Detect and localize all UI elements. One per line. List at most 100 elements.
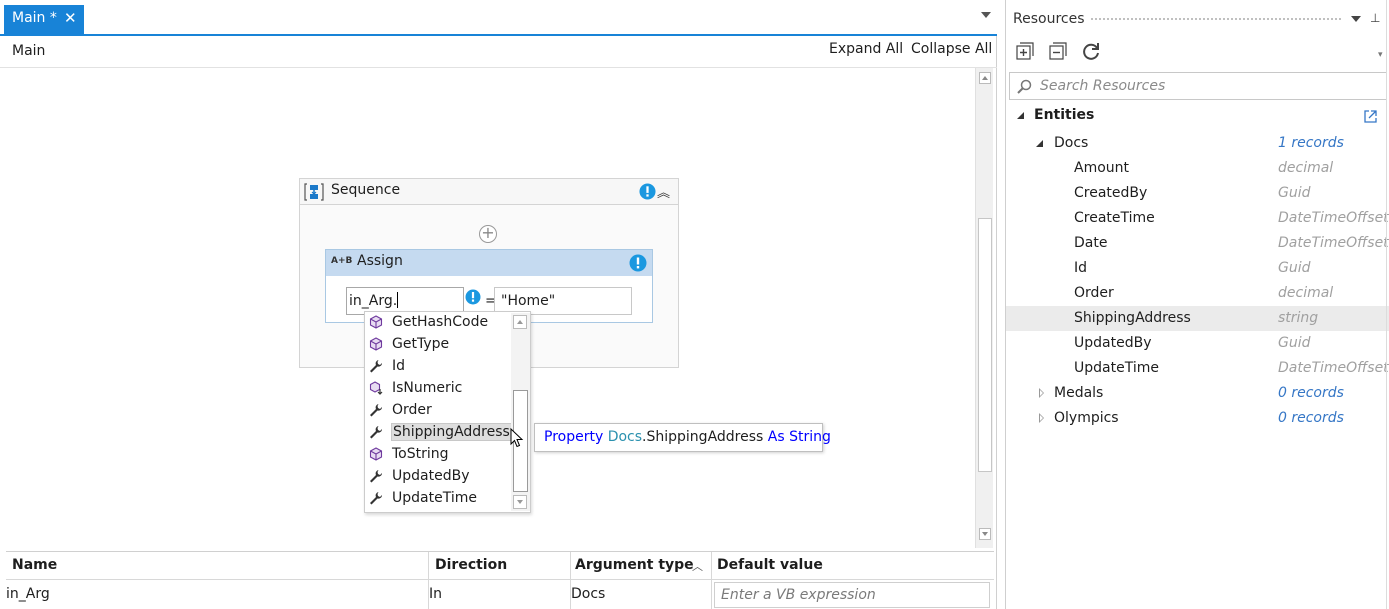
arguments-header-row: Name Direction Argument type ︿ Default v… [6,552,994,580]
tree-node-field[interactable]: CreatedBy Guid [1006,181,1389,206]
validation-warning-icon[interactable] [629,254,647,272]
tree-node-olympics[interactable]: Olympics 0 records [1006,406,1389,431]
tree-node-field[interactable]: ShippingAddress string [1006,306,1389,331]
member-tooltip: Property Docs.ShippingAddress As String [534,423,831,452]
tooltip-keyword: Property [544,429,604,445]
resources-tree[interactable]: Entities Docs 1 records Amount decimal Cre… [1006,103,1389,433]
intellisense-item[interactable]: GetHashCode [365,312,511,334]
column-header-argument-type[interactable]: Argument type [575,557,694,573]
collapse-chevron-icon[interactable]: ︽ [657,182,670,201]
property-icon [369,403,383,417]
tab-list-dropdown-icon[interactable] [981,12,991,18]
scroll-up-icon[interactable] [513,315,527,329]
expand-all-icon[interactable] [1014,40,1036,62]
property-icon [369,425,383,439]
intellisense-list[interactable]: GetHashCode GetType Id IsNumeric Order Shippi… [364,311,531,513]
extension-method-icon [369,381,383,395]
scroll-down-icon[interactable] [513,495,527,509]
pin-icon[interactable]: ⊥ [1370,11,1380,25]
expanded-arrow-icon[interactable] [1017,112,1024,119]
input-warning-icon[interactable] [465,289,481,305]
expand-all-button[interactable]: Expand All [829,41,903,57]
tree-node-field[interactable]: Amount decimal [1006,156,1389,181]
field-name: Order [1074,285,1114,301]
tree-node-label: Entities [1034,107,1095,123]
intellisense-item[interactable]: ShippingAddress [365,422,515,444]
tree-node-field[interactable]: Order decimal [1006,281,1389,306]
arguments-panel: Name Direction Argument type ︿ Default v… [6,551,994,609]
column-header-default-value[interactable]: Default value [717,557,823,573]
text-caret [397,292,399,308]
designer-vertical-scrollbar[interactable] [975,68,993,548]
sort-ascending-icon[interactable]: ︿ [692,558,703,574]
intellisense-item[interactable]: Id [365,356,511,378]
panel-menu-icon[interactable] [1351,16,1361,22]
tooltip-type: Docs [607,429,643,445]
collapse-all-icon[interactable] [1047,40,1069,62]
scroll-up-icon[interactable] [979,72,991,84]
field-name: Date [1074,235,1108,251]
argument-type[interactable]: Docs [571,586,605,602]
field-type: Guid [1278,335,1311,351]
collapsed-arrow-icon[interactable] [1039,388,1044,398]
property-icon [369,469,383,483]
intellisense-item-label: Order [392,402,432,418]
tab-close-icon[interactable]: ✕ [64,9,77,27]
resources-title: Resources [1013,11,1085,27]
scroll-down-icon[interactable] [979,528,991,540]
search-resources-input[interactable]: Search Resources [1009,72,1387,100]
sequence-header[interactable]: Sequence ︽ [300,179,678,205]
add-activity-icon[interactable]: + [479,225,497,243]
breadcrumb[interactable]: Main [12,43,45,59]
open-external-icon[interactable] [1363,109,1378,124]
toolbar-overflow-icon[interactable]: ▾ [1378,50,1383,60]
tree-node-field[interactable]: CreateTime DateTimeOffset [1006,206,1389,231]
default-value-input[interactable]: Enter a VB expression [714,582,990,608]
scroll-thumb[interactable] [978,218,992,472]
sequence-icon [304,183,324,201]
field-name: UpdatedBy [1074,335,1152,351]
document-tab-strip: Main * ✕ [0,0,997,36]
field-name: CreateTime [1074,210,1155,226]
column-header-direction[interactable]: Direction [435,557,507,573]
intellisense-item[interactable]: Order [365,400,511,422]
column-header-name[interactable]: Name [12,557,57,573]
workflow-designer-panel: Main * ✕ Main Expand All Collapse All Se… [0,0,997,609]
tab-main[interactable]: Main * ✕ [4,5,84,34]
argument-direction[interactable]: In [429,586,442,602]
collapsed-arrow-icon[interactable] [1039,413,1044,423]
expanded-arrow-icon[interactable] [1036,140,1043,147]
resources-toolbar: ▾ [1006,36,1389,68]
argument-name[interactable]: in_Arg [6,586,50,602]
mouse-pointer-icon [510,428,524,448]
tree-node-medals[interactable]: Medals 0 records [1006,381,1389,406]
intellisense-scrollbar[interactable] [511,313,530,511]
intellisense-item[interactable]: ToString [365,444,511,466]
intellisense-item[interactable]: IsNumeric [365,378,511,400]
tree-node-field[interactable]: UpdateTime DateTimeOffset [1006,356,1389,381]
sequence-title: Sequence [331,182,401,198]
resources-panel: Resources ⊥ ▾ Search Resources Entities … [1005,0,1389,609]
record-count: 1 records [1278,135,1344,151]
method-icon [369,447,383,461]
tree-node-docs[interactable]: Docs 1 records [1006,131,1389,156]
tree-node-entities[interactable]: Entities [1006,103,1389,128]
property-icon [369,359,383,373]
table-row[interactable]: in_Arg In Docs Enter a VB expression [6,580,994,609]
panel-grip[interactable] [1090,17,1343,22]
tree-node-field[interactable]: UpdatedBy Guid [1006,331,1389,356]
intellisense-item[interactable]: GetType [365,334,511,356]
intellisense-item[interactable]: UpdatedBy [365,466,511,488]
intellisense-item[interactable]: UpdateTime [365,488,511,510]
collapse-all-button[interactable]: Collapse All [911,41,992,57]
search-icon [1017,79,1032,94]
field-type: DateTimeOffset [1278,235,1389,251]
tree-node-field[interactable]: Date DateTimeOffset [1006,231,1389,256]
assign-title: Assign [357,253,403,269]
assign-header[interactable]: A+B Assign [326,250,652,276]
validation-warning-icon[interactable] [639,183,656,200]
tree-node-field[interactable]: Id Guid [1006,256,1389,281]
intellisense-item-label: UpdatedBy [392,468,470,484]
refresh-icon[interactable] [1080,40,1102,62]
field-name: CreatedBy [1074,185,1148,201]
